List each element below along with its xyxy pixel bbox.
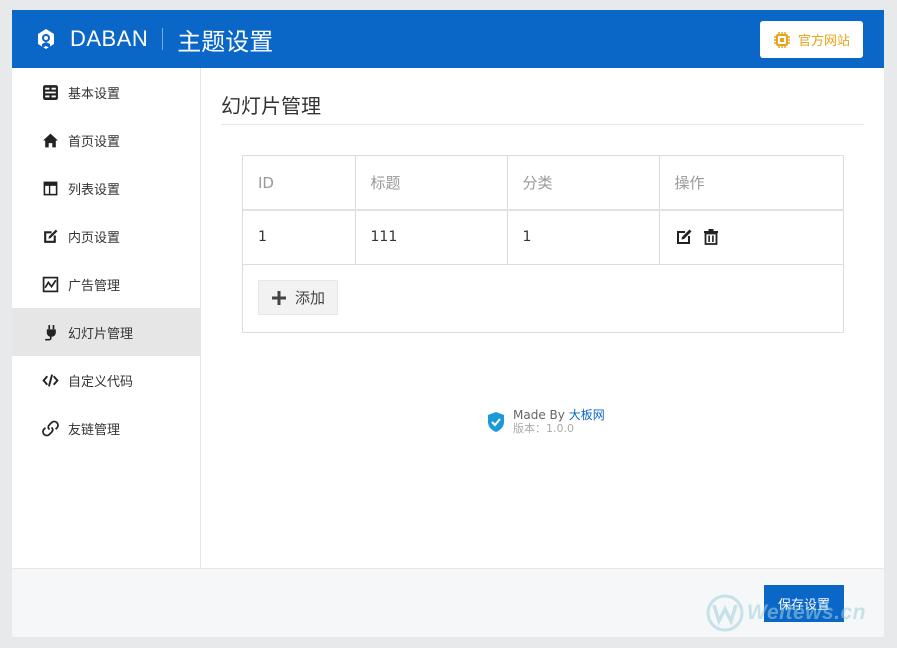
sidebar-item-label: 自定义代码 xyxy=(68,374,134,390)
list-layout-icon xyxy=(41,179,59,197)
brand-divider xyxy=(162,28,164,50)
column-header-actions: 操作 xyxy=(659,156,843,211)
row-actions xyxy=(675,228,844,246)
sidebar-item-label: 内页设置 xyxy=(68,230,121,246)
sidebar-item-friend-links[interactable]: 友链管理 xyxy=(12,404,200,452)
official-site-button[interactable]: 官方网站 xyxy=(760,21,863,58)
edit-icon[interactable] xyxy=(675,228,693,246)
sidebar-item-label: 首页设置 xyxy=(68,134,121,150)
column-header-category: 分类 xyxy=(507,156,660,211)
page-title: 幻灯片管理 xyxy=(221,94,321,118)
add-slide-label: 添加 xyxy=(294,289,325,307)
author-link[interactable]: 大板网 xyxy=(569,408,605,422)
sidebar-item-slide-management[interactable]: 幻灯片管理 xyxy=(12,308,200,356)
credit-block: Made By 大板网 版本：1.0.0 xyxy=(486,408,605,435)
slides-table: ID 标题 分类 操作 1 111 1 xyxy=(243,156,843,265)
app-window: DABAN 主题设置 官方网站 基本设置 首页设置 列表设置 内页设置 广告管理… xyxy=(12,10,884,637)
plug-icon xyxy=(41,323,59,341)
column-header-id: ID xyxy=(243,156,356,211)
slides-table-panel: ID 标题 分类 操作 1 111 1 添加 xyxy=(242,155,844,333)
made-by-label: Made By xyxy=(513,408,565,422)
main-content: 幻灯片管理 ID 标题 分类 操作 1 111 1 添加 Made By 大板网… xyxy=(202,68,884,568)
table-row: 1 111 1 xyxy=(243,210,844,265)
add-slide-button[interactable]: 添加 xyxy=(258,280,338,315)
brand: DABAN 主题设置 xyxy=(34,24,274,56)
official-site-label: 官方网站 xyxy=(797,34,850,49)
sidebar: 基本设置 首页设置 列表设置 内页设置 广告管理 幻灯片管理 自定义代码 友链管… xyxy=(12,68,201,568)
chart-line-icon xyxy=(41,275,59,293)
title-divider xyxy=(221,124,864,125)
sidebar-item-label: 基本设置 xyxy=(68,86,121,102)
watermark-text: Weitews.cn xyxy=(747,601,866,624)
daban-logo-icon xyxy=(34,27,58,51)
sidebar-item-label: 友链管理 xyxy=(68,422,121,438)
page-header-title: 主题设置 xyxy=(177,27,274,56)
watermark: Weitews.cn xyxy=(705,593,866,633)
top-bar: DABAN 主题设置 官方网站 xyxy=(12,10,884,68)
column-header-title: 标题 xyxy=(355,156,508,211)
sidebar-item-custom-code[interactable]: 自定义代码 xyxy=(12,356,200,404)
credit-line: Made By 大板网 xyxy=(513,408,605,422)
cell-id: 1 xyxy=(243,210,356,265)
plus-icon xyxy=(271,290,287,306)
edit-icon xyxy=(41,227,59,245)
sidebar-item-list-settings[interactable]: 列表设置 xyxy=(12,164,200,212)
sidebar-item-home-settings[interactable]: 首页设置 xyxy=(12,116,200,164)
sidebar-item-label: 列表设置 xyxy=(68,182,121,198)
trash-icon[interactable] xyxy=(702,228,720,246)
sidebar-item-label: 幻灯片管理 xyxy=(68,326,134,342)
link-icon xyxy=(41,419,59,437)
cell-title: 111 xyxy=(355,210,508,265)
watermark-logo-icon xyxy=(705,593,745,633)
home-icon xyxy=(41,131,59,149)
chip-icon xyxy=(773,31,791,49)
credit-text: Made By 大板网 版本：1.0.0 xyxy=(513,408,605,435)
version-label: 版本：1.0.0 xyxy=(513,422,574,435)
sidebar-item-label: 广告管理 xyxy=(68,278,121,294)
brand-name: DABAN xyxy=(70,26,149,51)
sidebar-item-ad-management[interactable]: 广告管理 xyxy=(12,260,200,308)
sidebar-item-basic-settings[interactable]: 基本设置 xyxy=(12,68,200,116)
cell-actions xyxy=(659,210,844,265)
table-header-row: ID 标题 分类 操作 xyxy=(243,156,843,211)
cell-category: 1 xyxy=(507,210,660,265)
code-icon xyxy=(41,371,59,389)
settings-grid-icon xyxy=(41,83,59,101)
sidebar-item-inner-page-settings[interactable]: 内页设置 xyxy=(12,212,200,260)
shield-check-icon xyxy=(486,411,506,433)
